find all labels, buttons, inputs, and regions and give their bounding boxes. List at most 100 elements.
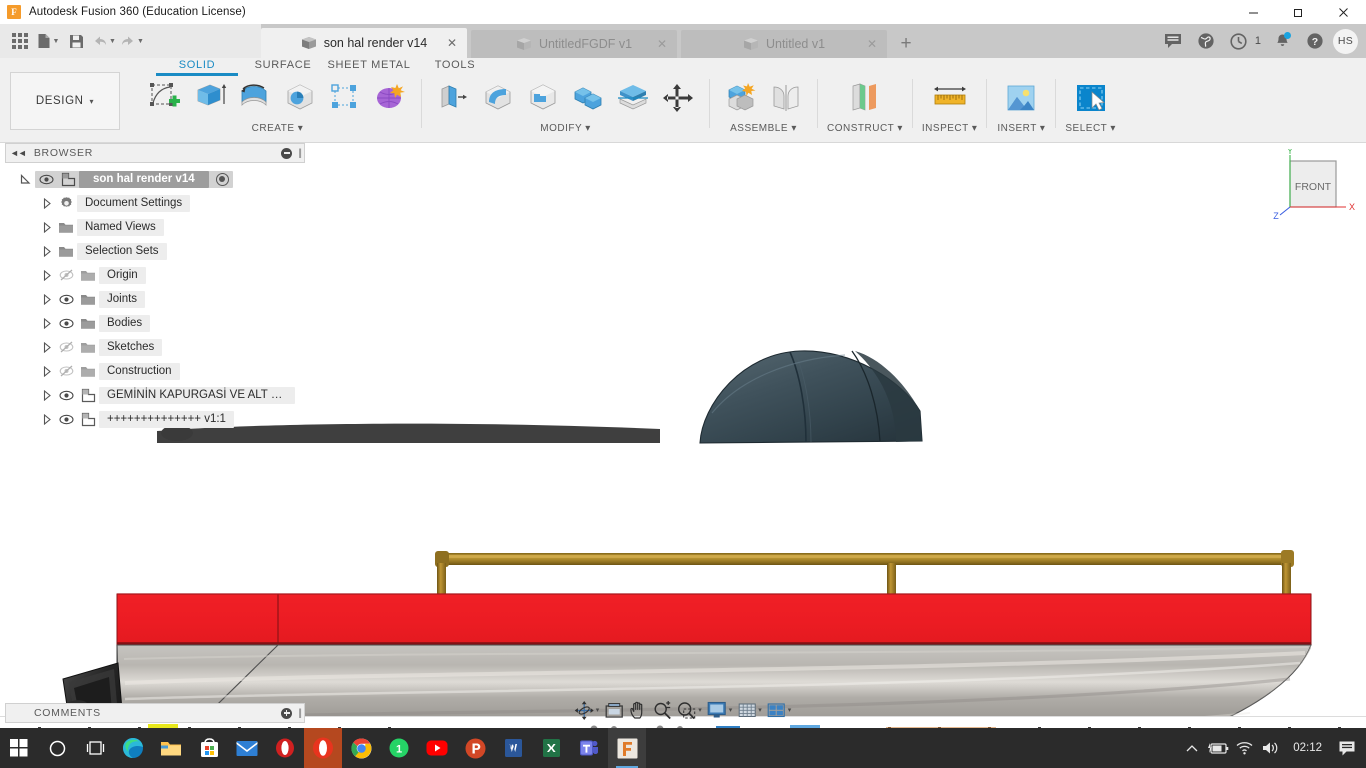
tree-row-origin[interactable]: Origin: [5, 263, 305, 287]
display-settings-icon[interactable]: ▾: [705, 698, 735, 722]
tree-row-bodies[interactable]: Bodies: [5, 311, 305, 335]
shell-icon[interactable]: [521, 77, 565, 119]
new-tab-button[interactable]: +: [893, 31, 919, 57]
sweep-icon[interactable]: [278, 77, 322, 119]
browser-minimize-icon[interactable]: [281, 147, 293, 159]
tree-row-root[interactable]: son hal render v14: [5, 167, 305, 191]
browser-resize-grip[interactable]: |||: [298, 148, 302, 159]
file-explorer-icon[interactable]: [152, 728, 190, 768]
ribbon-tab-surface[interactable]: SURFACE: [240, 58, 326, 74]
whatsapp-icon[interactable]: 1: [380, 728, 418, 768]
pattern-icon[interactable]: [323, 77, 367, 119]
tree-row-named-views[interactable]: Named Views: [5, 215, 305, 239]
expand-arrow-icon[interactable]: [39, 245, 55, 257]
expand-arrow-icon[interactable]: [39, 365, 55, 377]
fillet-icon[interactable]: [476, 77, 520, 119]
visibility-eye-hidden-icon[interactable]: [55, 341, 77, 353]
expand-arrow-icon[interactable]: [39, 341, 55, 353]
tab-untitledfgdf[interactable]: UntitledFGDF v1 ✕: [471, 30, 677, 58]
volume-icon[interactable]: [1257, 728, 1283, 768]
cortana-search-icon[interactable]: [38, 728, 76, 768]
combine-icon[interactable]: [566, 77, 610, 119]
excel-icon[interactable]: [532, 728, 570, 768]
collapse-panel-icon[interactable]: ◄◄: [10, 148, 27, 158]
activate-component-radio[interactable]: [215, 172, 229, 186]
select-cursor-icon[interactable]: [1066, 77, 1116, 119]
joint-icon[interactable]: [764, 77, 808, 119]
opera-gx-icon[interactable]: [266, 728, 304, 768]
insert-image-icon[interactable]: [996, 77, 1046, 119]
visibility-eye-icon[interactable]: [35, 174, 57, 185]
avatar[interactable]: HS: [1333, 28, 1358, 54]
expand-arrow-icon[interactable]: [39, 293, 55, 305]
powerpoint-icon[interactable]: [456, 728, 494, 768]
close-button[interactable]: [1321, 0, 1366, 24]
visibility-eye-hidden-icon[interactable]: [55, 269, 77, 281]
add-comment-icon[interactable]: [281, 707, 293, 719]
viewports-caret-icon[interactable]: ▾: [788, 706, 792, 714]
pan-icon[interactable]: [626, 698, 649, 722]
tree-row-document-settings[interactable]: Document Settings: [5, 191, 305, 215]
tree-row-geminin-kapurgasi[interactable]: GEMİNİN KAPURGASİ VE ALT KISM...: [5, 383, 305, 407]
tree-row-selection-sets[interactable]: Selection Sets: [5, 239, 305, 263]
minimize-button[interactable]: [1231, 0, 1276, 24]
comments-icon[interactable]: [1158, 26, 1188, 56]
visibility-eye-hidden-icon[interactable]: [55, 365, 77, 377]
globe-icon[interactable]: [1191, 26, 1221, 56]
app-grid-icon[interactable]: [6, 27, 34, 55]
tree-row-plus-component[interactable]: ++++++++++++++ v1:1: [5, 407, 305, 431]
expand-arrow-icon[interactable]: [39, 197, 55, 209]
wifi-icon[interactable]: [1231, 728, 1257, 768]
bell-icon[interactable]: [1267, 26, 1297, 56]
tab-close-icon[interactable]: ✕: [447, 37, 457, 49]
zoom-icon[interactable]: [650, 698, 673, 722]
viewports-icon[interactable]: ▾: [765, 698, 794, 722]
show-hidden-icons-icon[interactable]: [1179, 728, 1205, 768]
panel-dropdown-modify[interactable]: MODIFY: [540, 123, 582, 134]
expand-arrow-icon[interactable]: [39, 317, 55, 329]
undo-caret-icon[interactable]: ▼: [109, 38, 116, 45]
redo-icon[interactable]: ▼: [118, 27, 146, 55]
new-component-icon[interactable]: [719, 77, 763, 119]
new-file-icon[interactable]: ▼: [34, 27, 62, 55]
revolve-icon[interactable]: [233, 77, 277, 119]
visibility-eye-icon[interactable]: [55, 390, 77, 401]
view-cube[interactable]: FRONT Y X Z: [1266, 146, 1355, 221]
ribbon-tab-solid[interactable]: SOLID: [154, 58, 240, 76]
orbit-icon[interactable]: ▾: [573, 698, 602, 722]
create-sketch-icon[interactable]: [143, 77, 187, 119]
form-icon[interactable]: [368, 77, 412, 119]
orbit-caret-icon[interactable]: ▾: [596, 706, 600, 714]
expand-arrow-icon[interactable]: [39, 221, 55, 233]
fusion360-icon[interactable]: [608, 728, 646, 768]
zoom-window-caret-icon[interactable]: ▾: [698, 706, 702, 714]
help-icon[interactable]: ?: [1300, 26, 1330, 56]
expand-arrow-icon[interactable]: [39, 413, 55, 425]
microsoft-store-icon[interactable]: [190, 728, 228, 768]
panel-dropdown-insert[interactable]: INSERT: [997, 123, 1036, 134]
action-center-icon[interactable]: [1332, 728, 1362, 768]
panel-dropdown-assemble[interactable]: ASSEMBLE: [730, 123, 788, 134]
undo-icon[interactable]: ▼: [90, 27, 118, 55]
tree-row-construction[interactable]: Construction: [5, 359, 305, 383]
zoom-window-icon[interactable]: ▾: [674, 698, 704, 722]
opera-icon[interactable]: [304, 728, 342, 768]
panel-dropdown-construct[interactable]: CONSTRUCT: [827, 123, 894, 134]
display-settings-caret-icon[interactable]: ▾: [729, 706, 733, 714]
battery-charging-icon[interactable]: [1205, 728, 1231, 768]
maximize-button[interactable]: [1276, 0, 1321, 24]
panel-dropdown-select[interactable]: SELECT: [1065, 123, 1107, 134]
expand-arrow-icon[interactable]: [39, 389, 55, 401]
visibility-eye-icon[interactable]: [55, 414, 77, 425]
ribbon-tab-sheet-metal[interactable]: SHEET METAL: [326, 58, 412, 74]
clock[interactable]: 02:12: [1283, 742, 1332, 755]
look-at-icon[interactable]: [602, 698, 625, 722]
construction-plane-icon[interactable]: [838, 77, 892, 119]
start-button-icon[interactable]: [0, 728, 38, 768]
measure-icon[interactable]: [925, 77, 975, 119]
grid-snaps-caret-icon[interactable]: ▾: [758, 706, 762, 714]
press-pull-icon[interactable]: [431, 77, 475, 119]
tab-untitled[interactable]: Untitled v1 ✕: [681, 30, 887, 58]
move-copy-icon[interactable]: [656, 77, 700, 119]
visibility-eye-icon[interactable]: [55, 294, 77, 305]
